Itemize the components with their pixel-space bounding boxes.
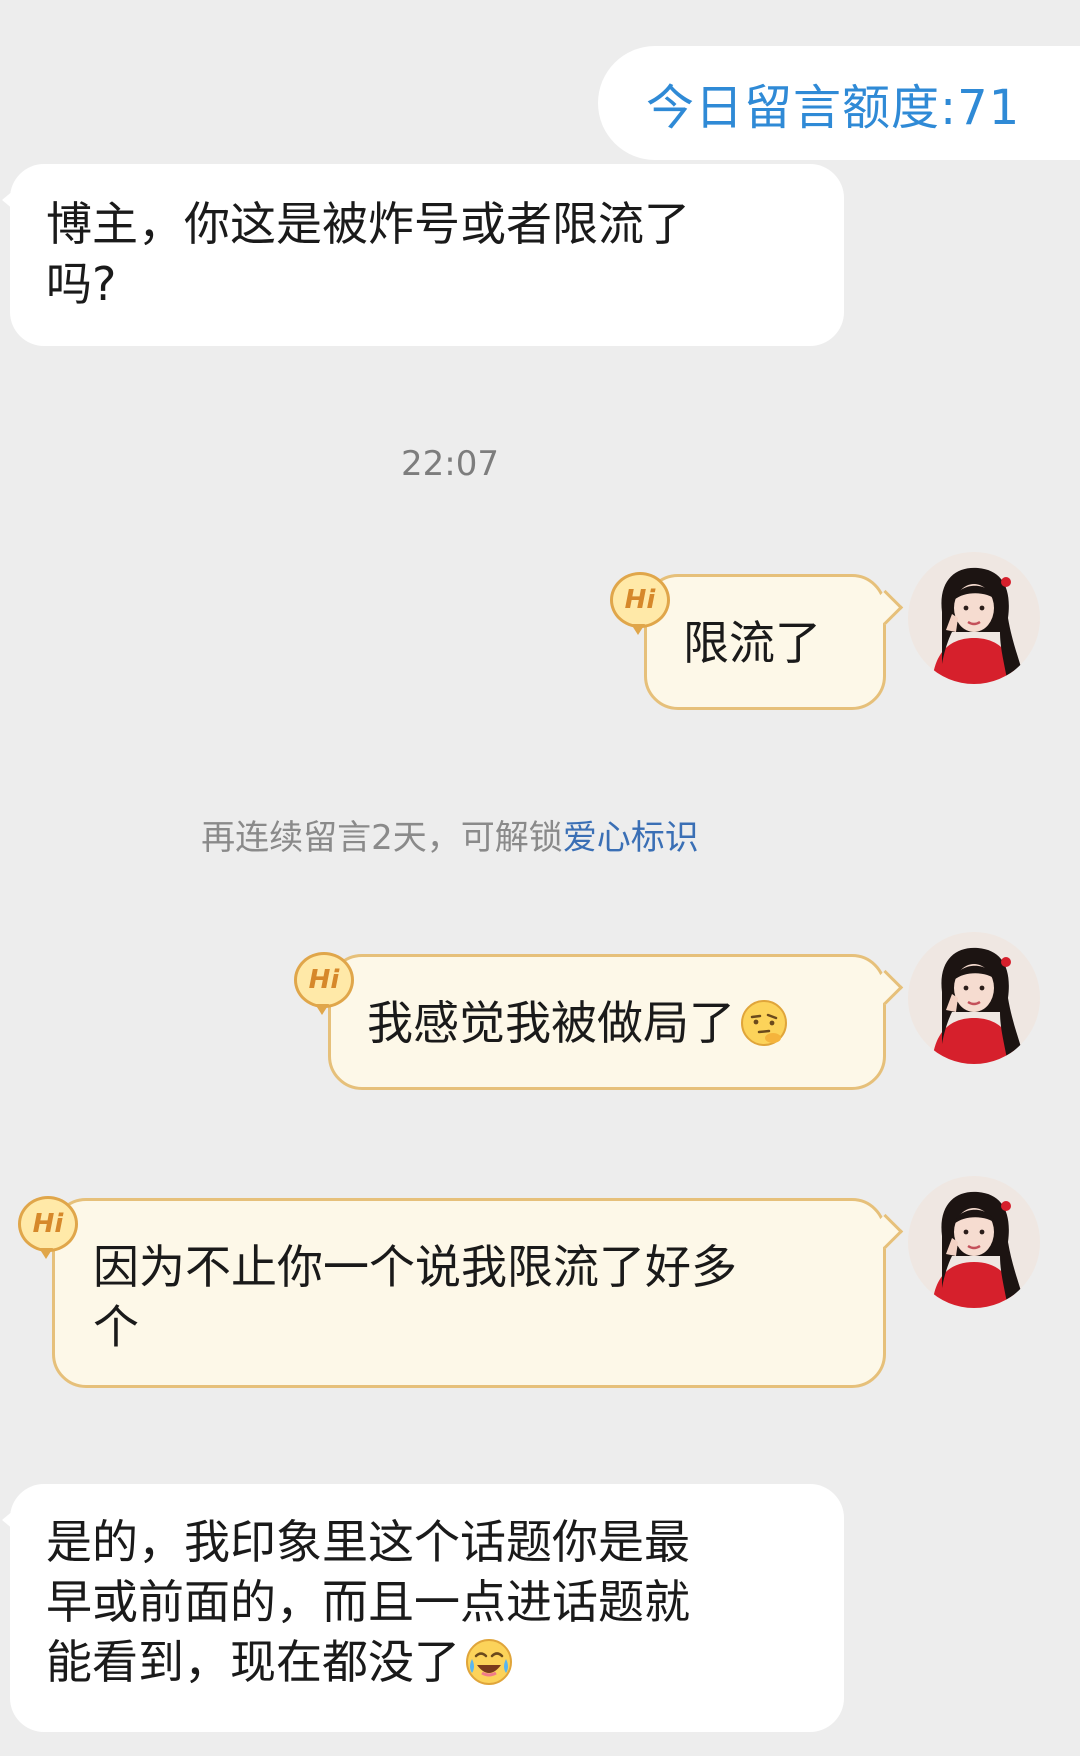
- user-avatar[interactable]: [908, 1176, 1040, 1308]
- hi-badge-icon: Hi: [18, 1196, 78, 1259]
- outgoing-message-bubble[interactable]: 限流了: [644, 574, 904, 710]
- incoming-message-text: 博主，你这是被炸号或者限流了 吗?: [46, 197, 690, 311]
- incoming-message-bubble[interactable]: 是的，我印象里这个话题你是最 早或前面的，而且一点进话题就 能看到，现在都没了: [2, 1484, 844, 1732]
- bubble-tail: [2, 1510, 14, 1530]
- avatar-portrait-icon: [908, 932, 1040, 1064]
- thinking-face-icon: [741, 999, 787, 1046]
- incoming-message-bubble[interactable]: 博主，你这是被炸号或者限流了 吗?: [2, 164, 844, 346]
- bubble-tail: [2, 190, 14, 210]
- hi-badge-icon: Hi: [610, 572, 670, 635]
- avatar-portrait-icon: [908, 1176, 1040, 1308]
- outgoing-message-text: 我感觉我被做局了: [367, 993, 883, 1053]
- hi-badge-icon: Hi: [294, 952, 354, 1015]
- message-quota-pill: 今日留言额度:71: [598, 46, 1080, 160]
- outgoing-message-text: 因为不止你一个说我限流了好多 个: [93, 1240, 737, 1354]
- crying-laughing-face-icon: [466, 1638, 512, 1685]
- user-avatar[interactable]: [908, 552, 1040, 684]
- incoming-message-text: 是的，我印象里这个话题你是最 早或前面的，而且一点进话题就 能看到，现在都没了: [46, 1512, 808, 1692]
- message-quota-label: 今日留言额度:71: [646, 80, 1021, 136]
- system-notice-text: 再连续留言2天，可解锁: [201, 818, 563, 858]
- outgoing-message-text: 限流了: [683, 616, 821, 670]
- system-notice: 再连续留言2天，可解锁爱心标识: [0, 810, 900, 859]
- avatar-portrait-icon: [908, 552, 1040, 684]
- outgoing-message-text-content: 我感觉我被做局了: [367, 996, 735, 1050]
- user-avatar[interactable]: [908, 932, 1040, 1064]
- outgoing-message-bubble[interactable]: 因为不止你一个说我限流了好多 个: [52, 1198, 904, 1388]
- incoming-message-text-content: 是的，我印象里这个话题你是最 早或前面的，而且一点进话题就 能看到，现在都没了: [46, 1515, 690, 1689]
- outgoing-message-bubble[interactable]: 我感觉我被做局了: [328, 954, 904, 1090]
- heart-badge-link[interactable]: 爱心标识: [563, 818, 699, 858]
- message-timestamp: 22:07: [401, 444, 499, 484]
